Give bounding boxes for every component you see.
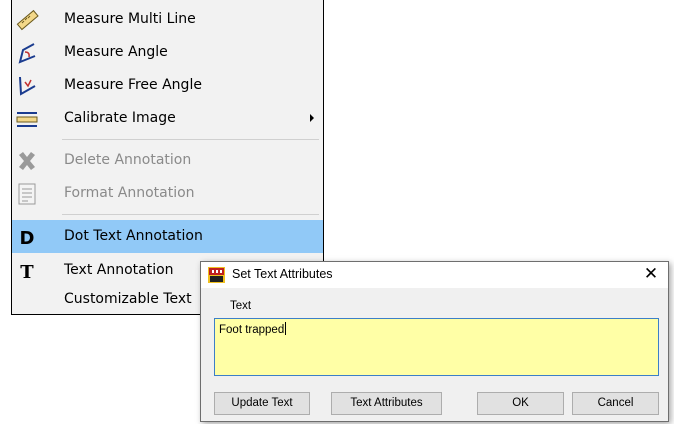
menu-item-label: Measure Free Angle — [64, 77, 202, 93]
delete-icon — [15, 149, 39, 173]
calibrate-icon — [15, 107, 39, 131]
text-input[interactable]: Foot trapped — [214, 318, 659, 376]
menu-item-measure-multi-line[interactable]: Measure Multi Line — [12, 3, 323, 36]
free-angle-icon — [15, 74, 39, 98]
menu-separator — [62, 214, 319, 215]
menu-item-label: Customizable Text — [64, 291, 192, 307]
submenu-arrow-icon — [310, 114, 314, 122]
menu-item-label: Format Annotation — [64, 185, 195, 201]
menu-item-measure-free-angle[interactable]: Measure Free Angle — [12, 69, 323, 102]
close-button[interactable]: ✕ — [640, 263, 662, 285]
menu-item-measure-angle[interactable]: Measure Angle — [12, 36, 323, 69]
menu-separator — [62, 139, 319, 140]
format-icon — [15, 182, 39, 206]
angle-icon — [15, 41, 39, 65]
update-text-button[interactable]: Update Text — [214, 392, 310, 415]
text-attributes-button[interactable]: Text Attributes — [331, 392, 442, 415]
dot-text-icon: D — [15, 225, 39, 249]
text-field-label: Text — [230, 300, 252, 312]
svg-text:T: T — [20, 262, 34, 283]
menu-item-label: Measure Angle — [64, 44, 168, 60]
menu-item-delete-annotation[interactable]: Delete Annotation — [12, 144, 323, 177]
text-caret — [285, 322, 287, 335]
cancel-button[interactable]: Cancel — [572, 392, 659, 415]
set-text-attributes-dialog: Set Text Attributes ✕ Text Foot trapped … — [200, 261, 669, 422]
menu-item-label: Text Annotation — [64, 262, 174, 278]
menu-item-dot-text-annotation[interactable]: D Dot Text Annotation — [12, 220, 323, 253]
menu-item-label: Measure Multi Line — [64, 11, 196, 27]
menu-item-label: Delete Annotation — [64, 152, 192, 168]
menu-item-label: Calibrate Image — [64, 110, 176, 126]
ruler-icon — [15, 8, 39, 32]
menu-item-label: Dot Text Annotation — [64, 228, 203, 244]
text-input-value: Foot trapped — [219, 324, 285, 336]
svg-text:D: D — [20, 228, 35, 249]
menu-item-format-annotation[interactable]: Format Annotation — [12, 177, 323, 210]
menu-item-calibrate-image[interactable]: Calibrate Image — [12, 102, 323, 135]
dialog-titlebar[interactable]: Set Text Attributes ✕ — [201, 262, 668, 288]
dialog-title: Set Text Attributes — [232, 267, 333, 281]
text-icon: T — [15, 259, 39, 283]
ok-button[interactable]: OK — [477, 392, 564, 415]
app-logo-icon — [208, 267, 225, 283]
